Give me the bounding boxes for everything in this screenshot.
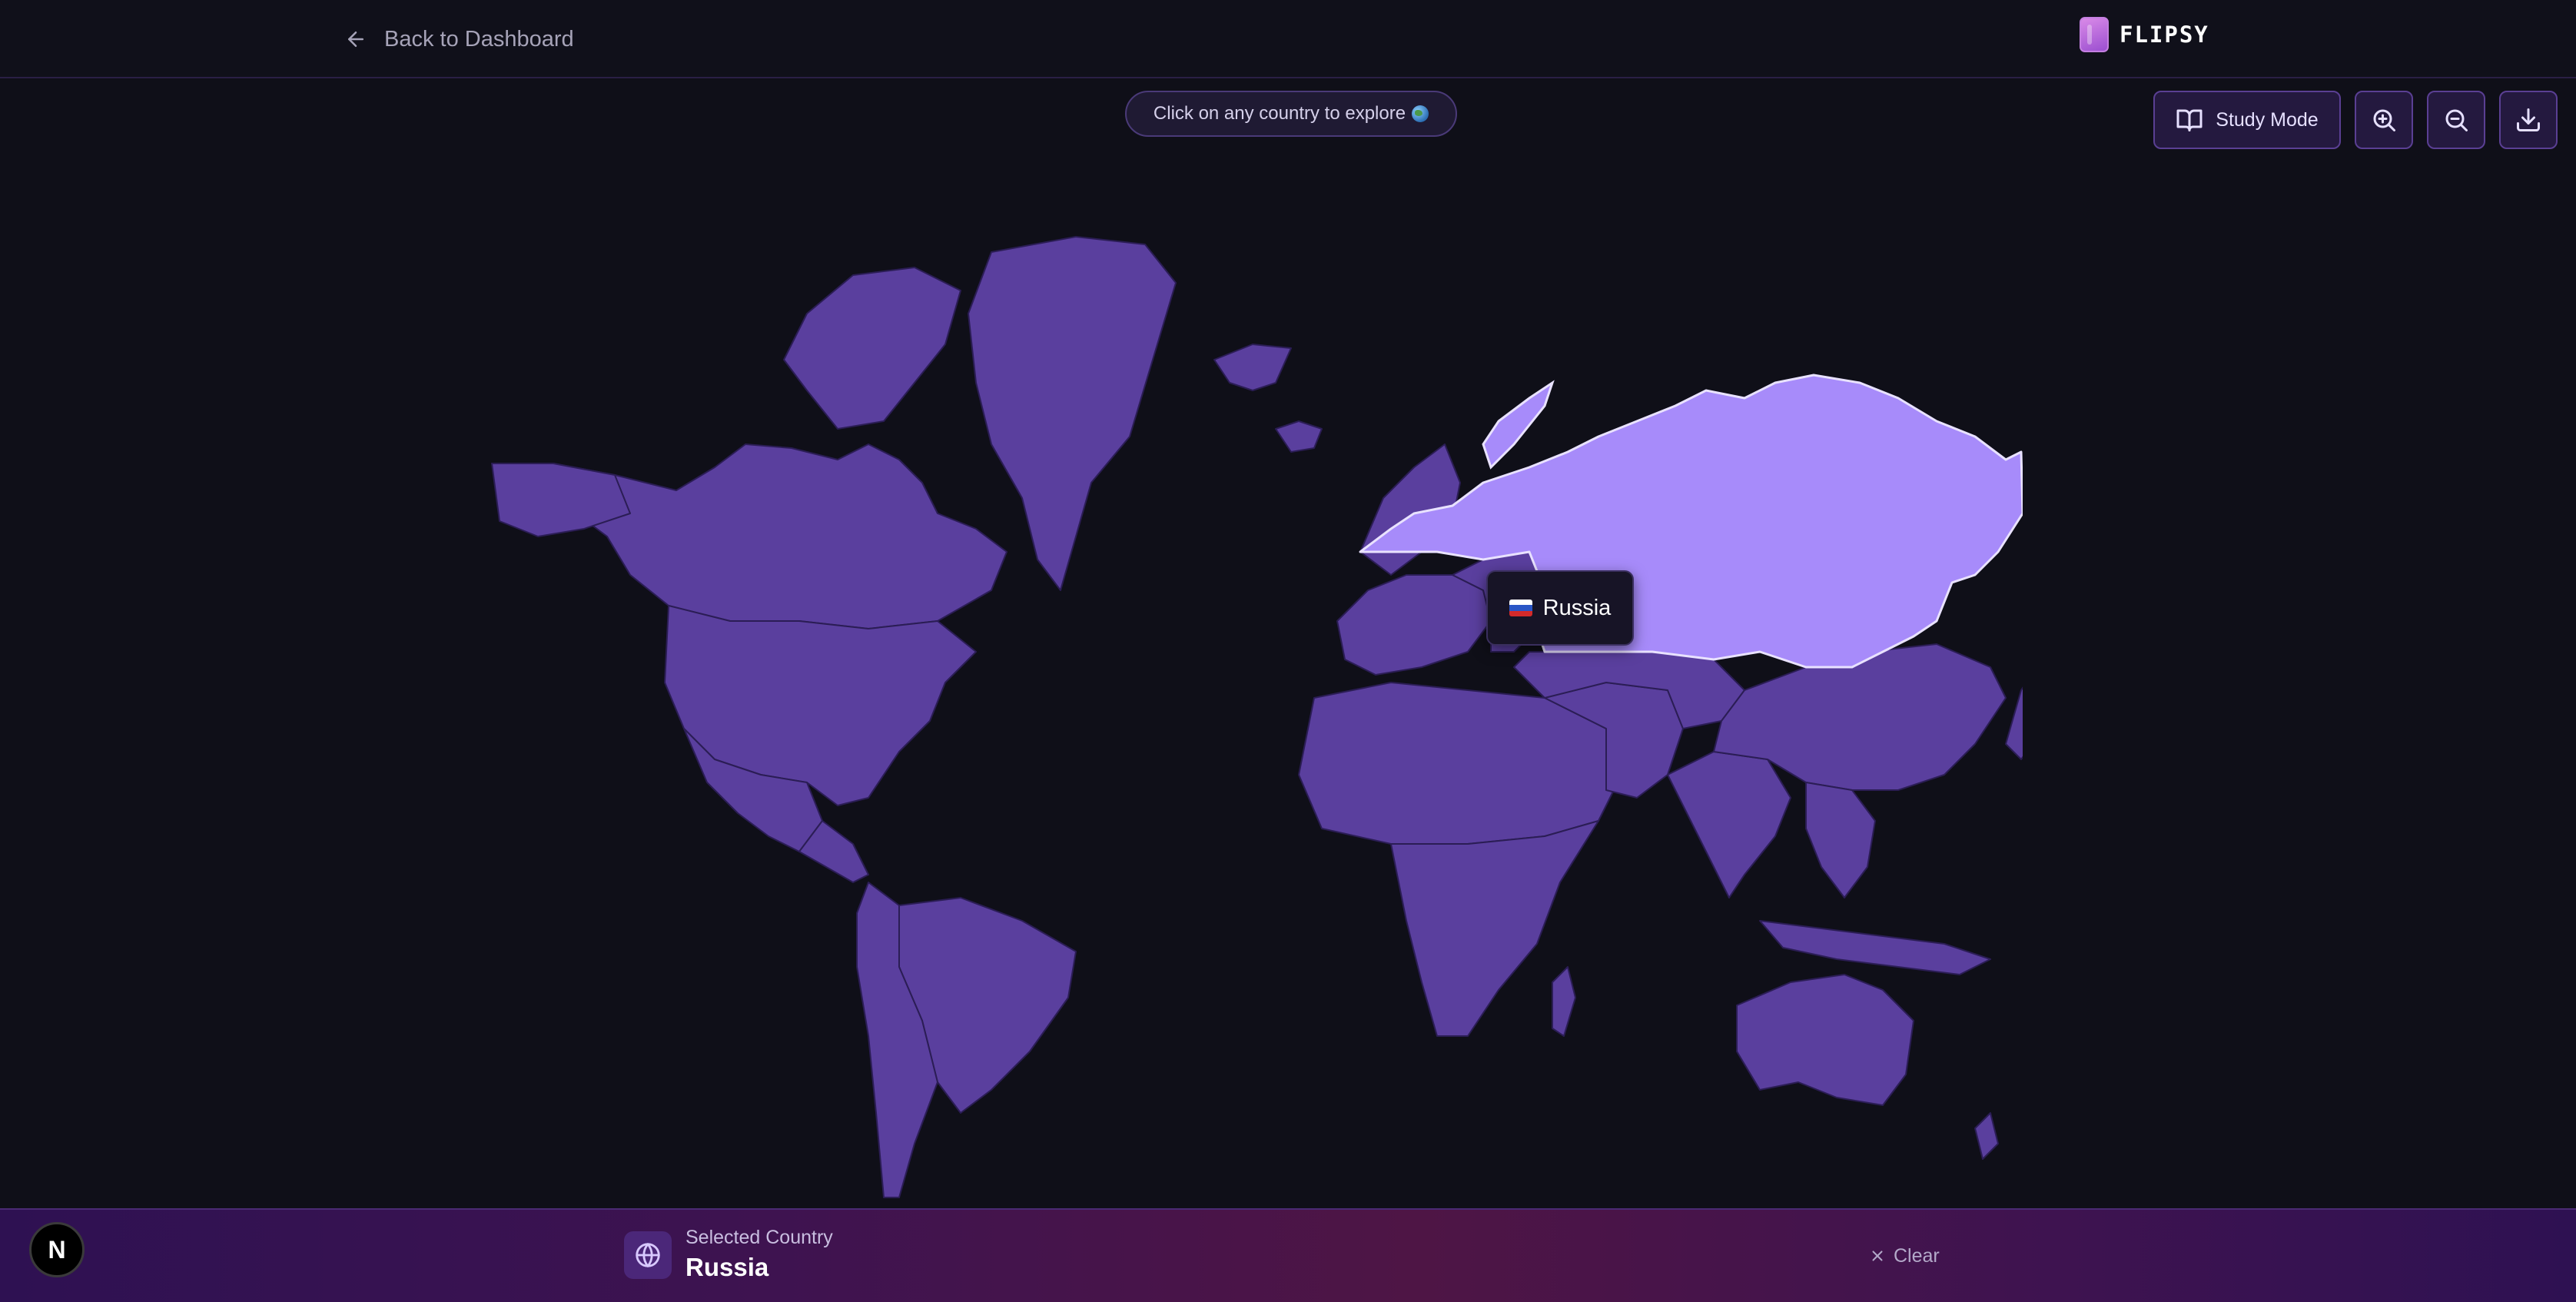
country-novaya-zemlya[interactable]	[1482, 380, 1555, 470]
download-icon	[2517, 108, 2540, 131]
hint-text: Click on any country to explore	[1153, 103, 1406, 124]
selection-bar	[0, 1208, 2576, 1302]
study-mode-button[interactable]: Study Mode	[2153, 91, 2341, 149]
book-open-icon	[2176, 109, 2203, 131]
zoom-out-button[interactable]	[2427, 91, 2485, 149]
country-europe-west[interactable]	[1336, 574, 1492, 676]
selected-country-value: Russia	[685, 1253, 769, 1281]
country-uk[interactable]	[1213, 344, 1292, 391]
russia-flag-icon	[1509, 600, 1532, 616]
country-tooltip: Russia	[1486, 570, 1634, 646]
country-new-zealand[interactable]	[1974, 1112, 1999, 1160]
top-bar: Back to Dashboard FLIPSY	[0, 0, 2576, 78]
globe-icon-container	[624, 1231, 672, 1279]
map-controls: Study Mode	[2153, 91, 2558, 149]
back-label: Back to Dashboard	[384, 26, 574, 51]
country-iceland[interactable]	[1275, 420, 1323, 453]
clear-button[interactable]: Clear	[1869, 1241, 1940, 1271]
country-arctic-islands[interactable]	[783, 267, 961, 430]
country-indonesia[interactable]	[1759, 920, 1991, 975]
country-japan[interactable]	[2005, 666, 2053, 760]
download-button[interactable]	[2499, 91, 2558, 149]
globe-icon	[636, 1243, 660, 1267]
country-india[interactable]	[1667, 751, 1791, 898]
tooltip-country-name: Russia	[1542, 595, 1612, 620]
zoom-in-button[interactable]	[2355, 91, 2413, 149]
zoom-in-icon	[2373, 109, 2395, 131]
explore-hint: Click on any country to explore	[1125, 91, 1457, 137]
back-to-dashboard-link[interactable]: Back to Dashboard	[344, 20, 574, 58]
world-map[interactable]	[438, 191, 2053, 1205]
country-greenland[interactable]	[968, 236, 1177, 591]
zoom-out-icon	[2445, 109, 2468, 131]
country-southeast-asia[interactable]	[1805, 782, 1876, 898]
close-icon	[1872, 1251, 1883, 1261]
clear-label: Clear	[1894, 1244, 1940, 1267]
world-map-svg[interactable]	[438, 191, 2053, 1205]
country-australia[interactable]	[1736, 974, 1914, 1106]
country-madagascar[interactable]	[1552, 966, 1576, 1037]
brand[interactable]: FLIPSY	[2080, 15, 2209, 54]
brand-name: FLIPSY	[2120, 22, 2209, 48]
study-mode-label: Study Mode	[2216, 108, 2319, 131]
globe-icon	[1412, 105, 1429, 122]
badge-letter: N	[48, 1235, 66, 1264]
arrow-left-icon	[348, 32, 363, 47]
next-dev-badge[interactable]: N	[29, 1222, 85, 1277]
selected-country-caption: Selected Country	[685, 1227, 833, 1248]
flashcard-logo-icon	[2080, 17, 2109, 52]
